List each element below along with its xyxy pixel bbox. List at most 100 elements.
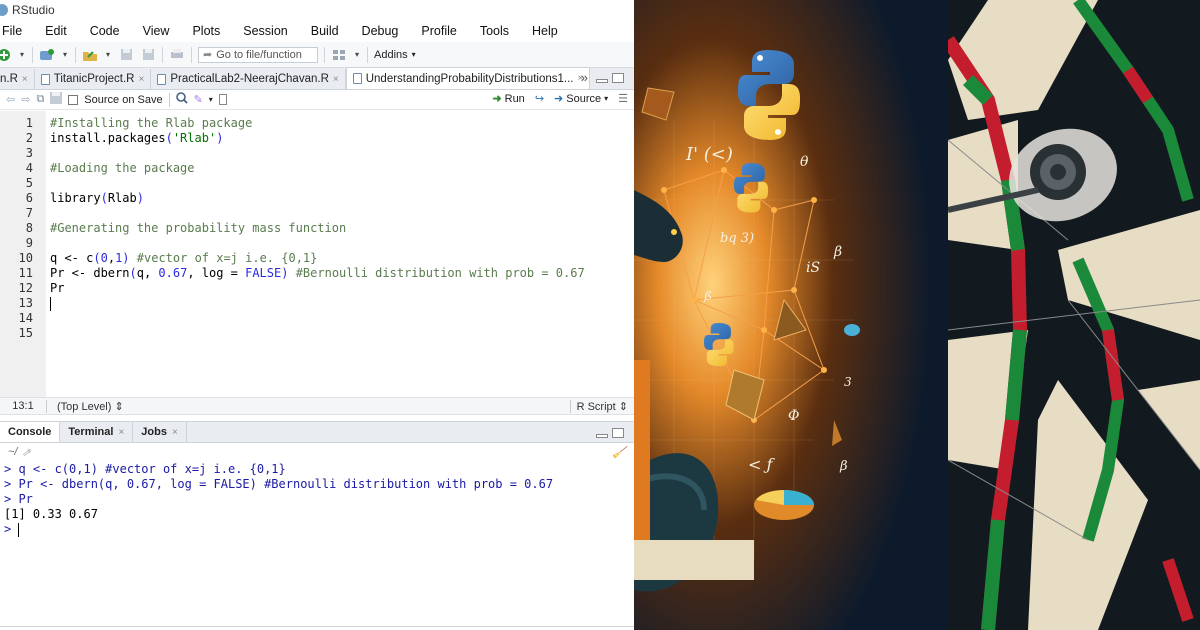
tab-console[interactable]: Console bbox=[0, 422, 61, 442]
code-lines[interactable]: #Installing the Rlab package install.pack… bbox=[46, 111, 634, 397]
line-number: 13 bbox=[18, 296, 33, 310]
tab-label: Jobs bbox=[141, 426, 167, 438]
show-in-window-icon[interactable]: ⧉ bbox=[36, 93, 44, 106]
file-type-selector[interactable]: R Script ⇕ bbox=[569, 399, 628, 413]
menu-debug[interactable]: Debug bbox=[362, 24, 399, 38]
maximize-pane-icon[interactable] bbox=[612, 73, 624, 83]
console-input-line: > Pr <- dbern(q, 0.67, log = FALSE) #Ber… bbox=[4, 477, 554, 491]
tab-terminal[interactable]: Terminal × bbox=[60, 422, 134, 442]
code-line[interactable]: library(Rlab) bbox=[50, 191, 634, 206]
addins-menu[interactable]: Addins ▾ bbox=[374, 49, 416, 61]
outline-toggle-icon[interactable]: ☰ bbox=[618, 92, 628, 105]
close-icon[interactable]: × bbox=[118, 427, 124, 438]
go-to-dir-icon[interactable]: ⇗ bbox=[21, 446, 30, 459]
new-file-icon[interactable] bbox=[0, 47, 12, 63]
save-all-icon[interactable] bbox=[140, 47, 156, 63]
tab-titanicproject[interactable]: TitanicProject.R × bbox=[34, 69, 152, 89]
go-to-file-input[interactable]: ➦ Go to file/function bbox=[198, 46, 318, 63]
toolbar-divider bbox=[367, 46, 368, 63]
source-on-save-checkbox[interactable] bbox=[68, 94, 79, 105]
code-line[interactable] bbox=[50, 236, 634, 251]
toolbar-divider bbox=[162, 46, 163, 63]
code-line[interactable]: q <- c(0,1) #vector of x=j i.e. {0,1} bbox=[50, 251, 634, 266]
line-number: 9 bbox=[25, 236, 33, 250]
tab-understandingprobability[interactable]: UnderstandingProbabilityDistributions1..… bbox=[345, 67, 591, 89]
run-button[interactable]: ➜ Run bbox=[492, 92, 524, 106]
menu-tools[interactable]: Tools bbox=[480, 24, 509, 38]
forward-arrow-icon[interactable]: ⇨ bbox=[21, 93, 30, 106]
code-line[interactable]: #Loading the package bbox=[50, 161, 634, 176]
magic-wand-icon[interactable]: ✎ bbox=[194, 93, 203, 106]
editor-statusbar: 13:1 (Top Level) ⇕ R Script ⇕ bbox=[0, 397, 634, 415]
toolbar-divider bbox=[324, 46, 325, 63]
tab-jobs[interactable]: Jobs × bbox=[133, 422, 187, 442]
line-number: 7 bbox=[25, 206, 33, 220]
new-project-icon[interactable] bbox=[39, 47, 55, 63]
tab-label: Terminal bbox=[68, 426, 114, 438]
close-icon[interactable]: × bbox=[172, 427, 178, 438]
line-number: 2 bbox=[25, 131, 33, 145]
pane-border bbox=[0, 626, 634, 627]
dropdown-arrow-icon[interactable]: ▾ bbox=[353, 47, 361, 63]
code-line[interactable] bbox=[50, 146, 634, 161]
source-button[interactable]: ➜ Source ▾ bbox=[554, 92, 609, 106]
more-tabs-icon[interactable]: » bbox=[581, 70, 588, 85]
code-line[interactable] bbox=[50, 326, 634, 341]
menu-build[interactable]: Build bbox=[311, 24, 339, 38]
grid-layout-icon[interactable] bbox=[331, 47, 347, 63]
menu-code[interactable]: Code bbox=[90, 24, 120, 38]
menu-plots[interactable]: Plots bbox=[192, 24, 220, 38]
print-icon[interactable] bbox=[169, 47, 185, 63]
menu-session[interactable]: Session bbox=[243, 24, 287, 38]
save-icon[interactable] bbox=[118, 47, 134, 63]
code-line[interactable]: #Installing the Rlab package bbox=[50, 116, 634, 131]
back-arrow-icon[interactable]: ⇦ bbox=[6, 93, 15, 106]
code-editor[interactable]: 1 2 3 4 5 6 7 8 9 10 11 12 13 14 15 #Ins… bbox=[0, 111, 634, 397]
rerun-icon[interactable]: ↪ bbox=[535, 92, 544, 105]
menu-profile[interactable]: Profile bbox=[421, 24, 456, 38]
line-number: 3 bbox=[25, 146, 33, 160]
math-symbol: ß bbox=[702, 289, 712, 303]
outline-icon[interactable] bbox=[218, 94, 227, 105]
menu-edit[interactable]: Edit bbox=[45, 24, 67, 38]
code-line[interactable] bbox=[50, 296, 634, 311]
menu-help[interactable]: Help bbox=[532, 24, 558, 38]
minimize-pane-icon[interactable] bbox=[596, 434, 608, 438]
tab-practicallab2[interactable]: PracticalLab2-NeerajChavan.R × bbox=[151, 69, 346, 89]
dropdown-arrow-icon[interactable]: ▾ bbox=[61, 47, 69, 63]
tab-file-1[interactable]: n.R × bbox=[0, 69, 35, 89]
code-line[interactable]: #Generating the probability mass functio… bbox=[50, 221, 634, 236]
small-disc bbox=[844, 324, 860, 336]
dartboard-photo bbox=[948, 0, 1200, 630]
code-line[interactable] bbox=[50, 206, 634, 221]
chevron-down-icon[interactable]: ▾ bbox=[209, 95, 213, 104]
menu-file[interactable]: File bbox=[2, 24, 22, 38]
menu-view[interactable]: View bbox=[143, 24, 170, 38]
close-icon[interactable]: × bbox=[22, 74, 28, 85]
line-number: 14 bbox=[18, 311, 33, 325]
code-line[interactable] bbox=[50, 311, 634, 326]
console-output[interactable]: > q <- c(0,1) #vector of x=j i.e. {0,1} >… bbox=[0, 462, 634, 537]
code-line[interactable]: Pr bbox=[50, 281, 634, 296]
code-line[interactable]: Pr <- dbern(q, 0.67, log = FALSE) #Berno… bbox=[50, 266, 634, 281]
code-line[interactable] bbox=[50, 176, 634, 191]
scope-selector[interactable]: (Top Level) ⇕ bbox=[46, 399, 124, 413]
search-icon[interactable] bbox=[175, 92, 188, 107]
maximize-pane-icon[interactable] bbox=[612, 428, 624, 438]
r-file-icon bbox=[157, 73, 167, 85]
save-icon[interactable] bbox=[50, 92, 63, 107]
minimize-pane-icon[interactable] bbox=[596, 79, 608, 83]
dropdown-arrow-icon[interactable]: ▾ bbox=[104, 47, 112, 63]
illustration-svg: I' (<) bq 3) iS β 3 ß θ Φ < ƒ β bbox=[634, 0, 948, 630]
close-icon[interactable]: × bbox=[139, 74, 145, 85]
code-line[interactable]: install.packages('Rlab') bbox=[50, 131, 634, 146]
clear-console-icon[interactable]: 🧹 bbox=[612, 446, 626, 459]
console-output-line: [1] 0.33 0.67 bbox=[4, 507, 98, 521]
open-folder-icon[interactable] bbox=[82, 47, 98, 63]
run-arrow-icon: ➜ bbox=[492, 93, 502, 105]
text-cursor bbox=[50, 296, 51, 311]
dropdown-arrow-icon[interactable]: ▾ bbox=[18, 47, 26, 63]
close-icon[interactable]: × bbox=[333, 74, 339, 85]
r-file-icon bbox=[352, 73, 362, 84]
chevron-down-icon: ▾ bbox=[604, 94, 609, 103]
